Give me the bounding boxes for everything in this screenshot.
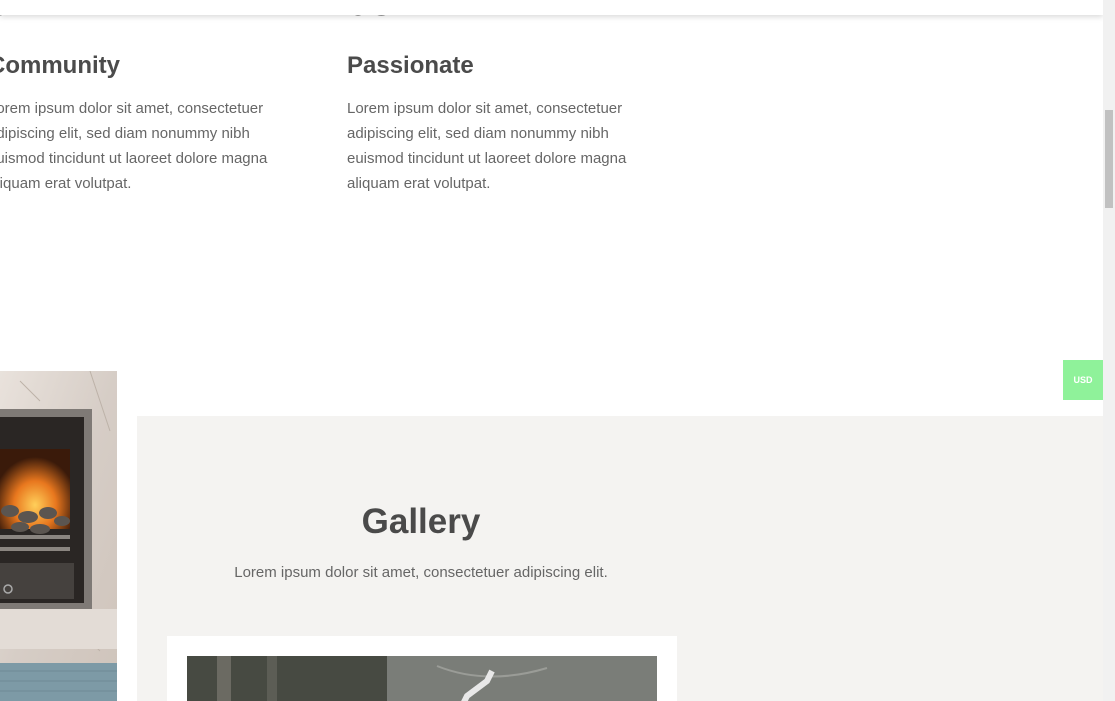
- header-bar: [0, 0, 1103, 15]
- vertical-scrollbar[interactable]: [1103, 0, 1115, 701]
- gallery-section: Gallery Lorem ipsum dolor sit amet, cons…: [137, 416, 1103, 701]
- gallery-subtitle: Lorem ipsum dolor sit amet, consectetuer…: [234, 564, 608, 581]
- gallery-image[interactable]: [187, 656, 657, 701]
- feature-title: Community: [0, 52, 120, 79]
- page: 02. Community Lorem ipsum dolor sit amet…: [0, 0, 1103, 701]
- currency-label: USD: [1073, 375, 1093, 385]
- scrollbar-thumb[interactable]: [1105, 110, 1113, 208]
- feature-description: Lorem ipsum dolor sit amet, consectetuer…: [0, 100, 268, 192]
- currency-switcher-button[interactable]: USD: [1063, 360, 1103, 400]
- feature-title: Passionate: [347, 52, 474, 79]
- fireplace-image: [0, 371, 117, 701]
- gallery-title: Gallery: [361, 502, 481, 541]
- gallery-card[interactable]: [167, 636, 677, 701]
- feature-description: Lorem ipsum dolor sit amet, consectetuer…: [347, 100, 627, 192]
